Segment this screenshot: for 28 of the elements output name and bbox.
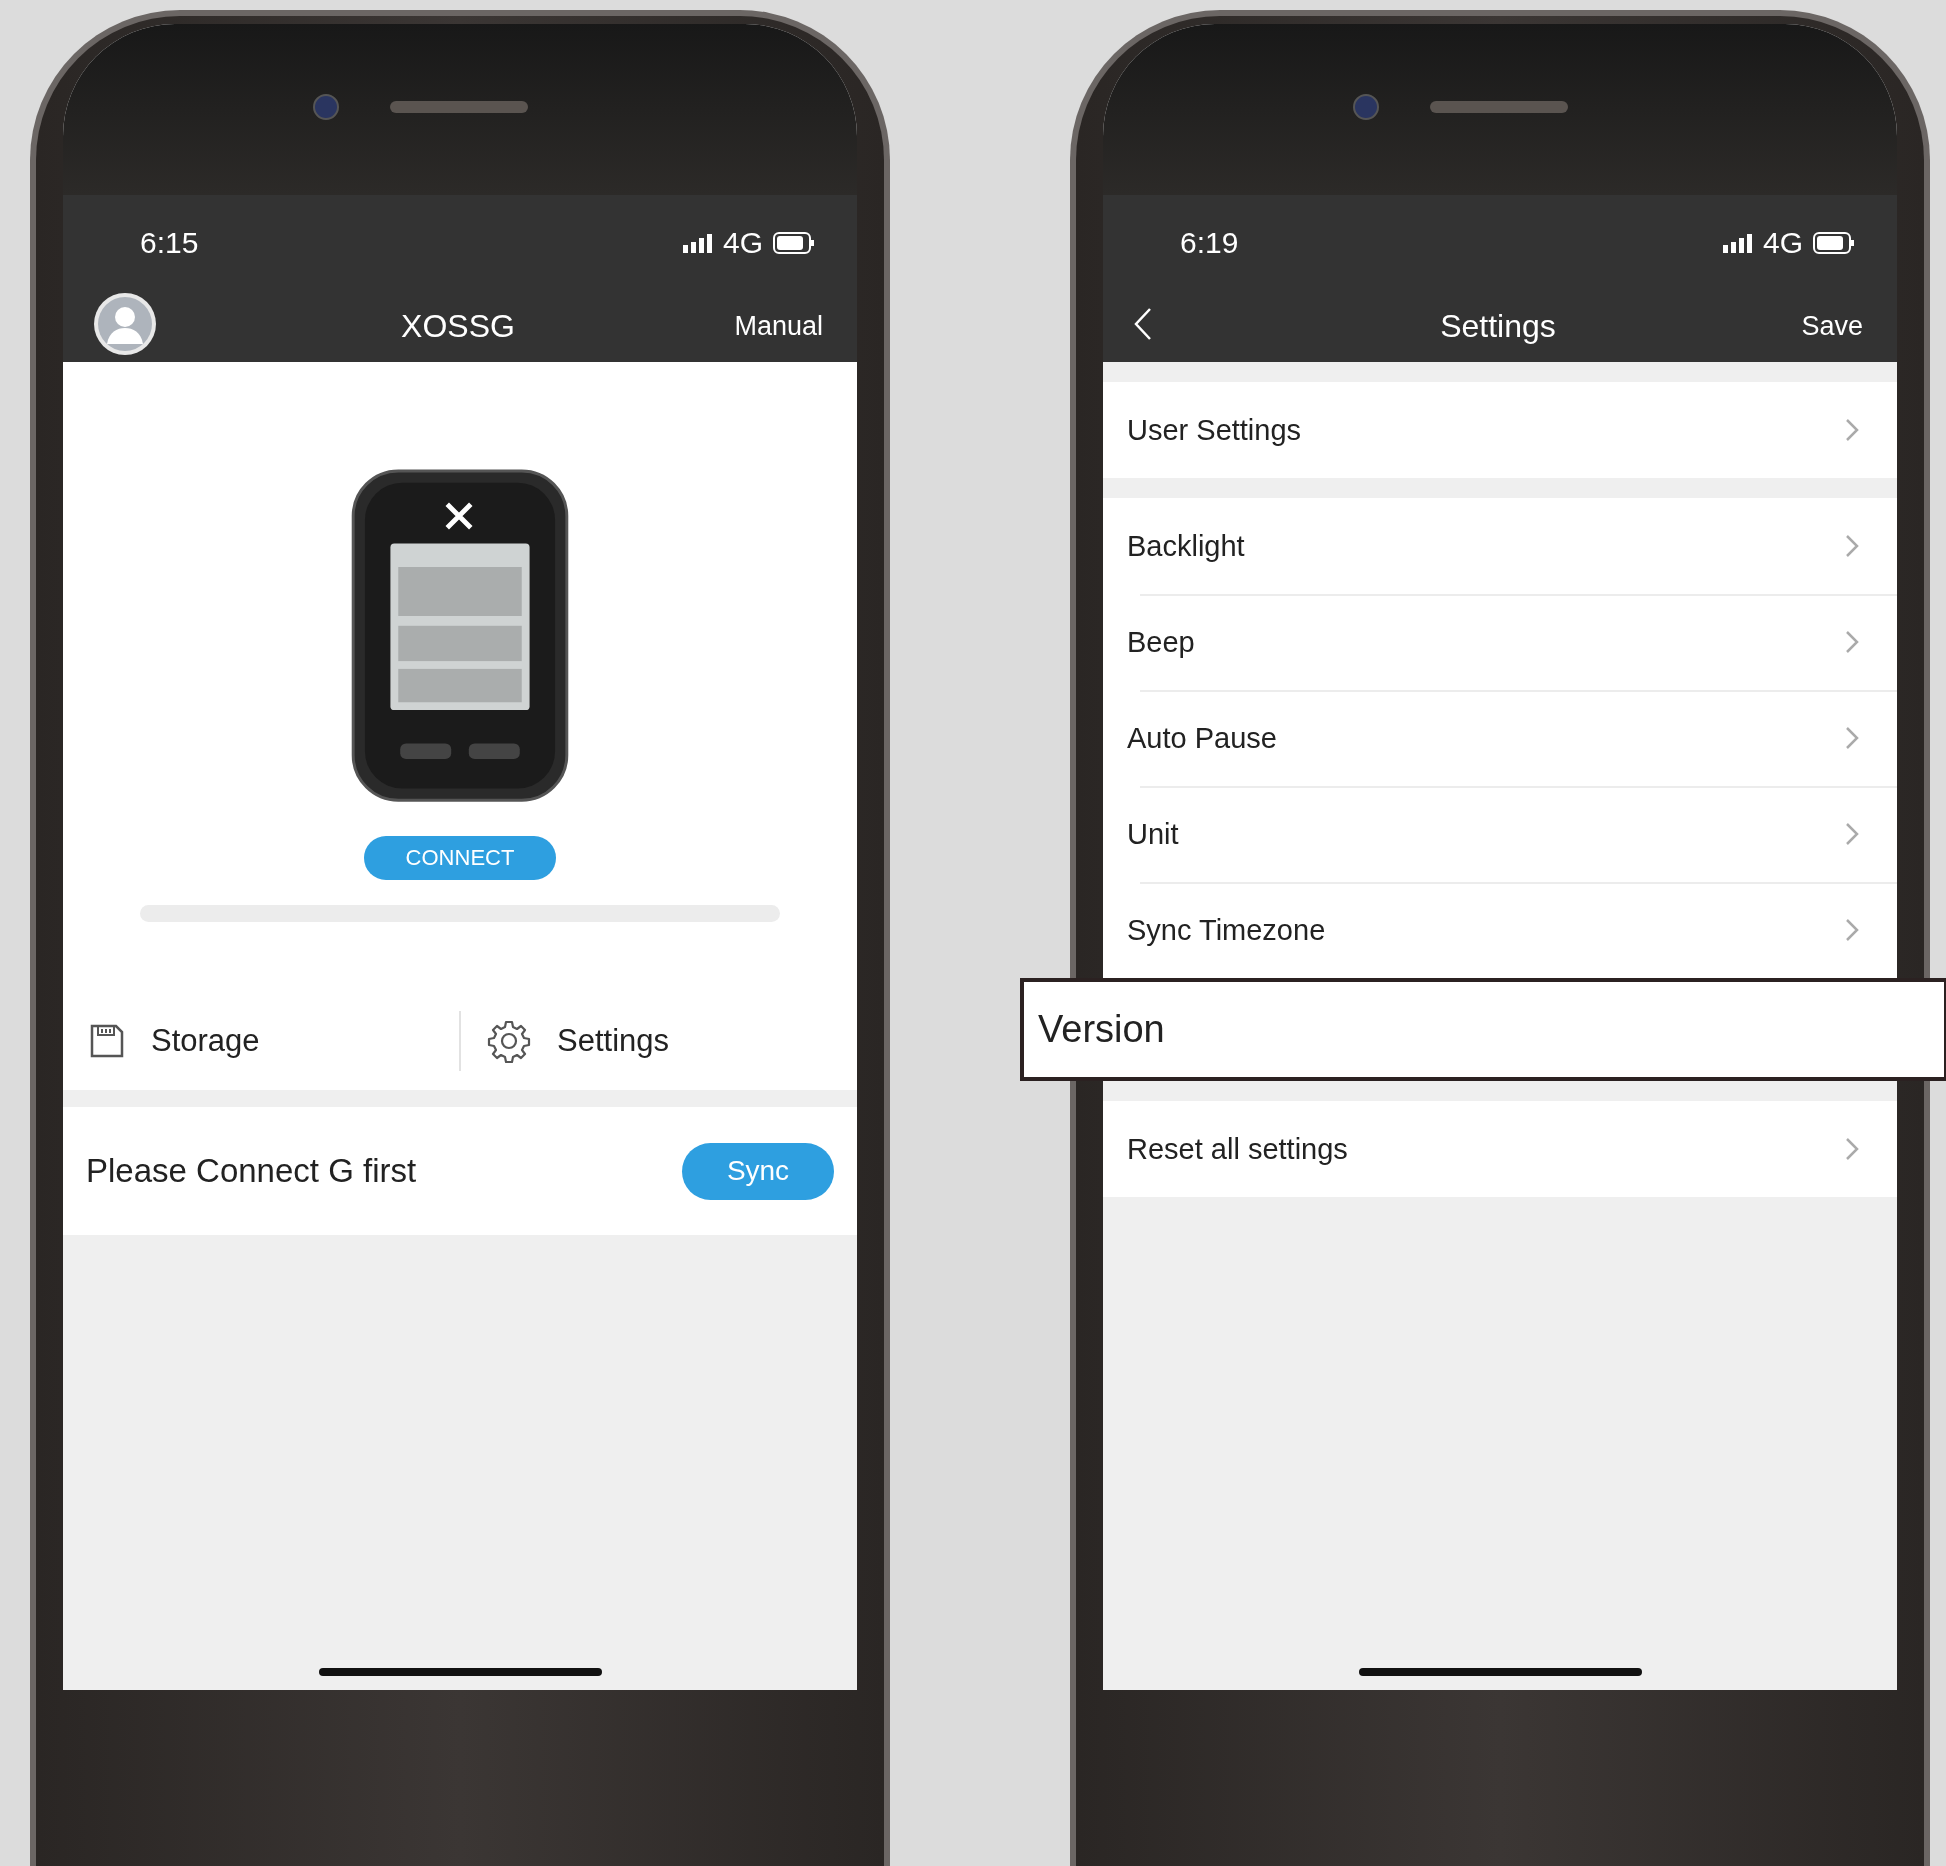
status-time: 6:19 bbox=[1180, 225, 1239, 260]
avatar-icon[interactable] bbox=[93, 292, 157, 356]
chevron-icon bbox=[1845, 918, 1859, 942]
highlighted-row: Version bbox=[1020, 978, 1946, 1081]
chevron-icon bbox=[1845, 726, 1859, 750]
camera-icon bbox=[1353, 94, 1379, 120]
back-icon[interactable] bbox=[1133, 307, 1153, 341]
connection-message: Please Connect G first bbox=[86, 1152, 417, 1190]
menu-tile[interactable]: Settings bbox=[459, 1011, 857, 1071]
battery-icon bbox=[773, 231, 815, 254]
network-label: 4G bbox=[722, 225, 763, 260]
chevron-icon bbox=[1845, 630, 1859, 654]
chevron-icon bbox=[1845, 1137, 1859, 1161]
battery-icon bbox=[1813, 231, 1855, 254]
header-action-link[interactable]: Save bbox=[1801, 310, 1863, 342]
signal-icon bbox=[1722, 232, 1753, 253]
screen-title: XOSSG bbox=[401, 307, 515, 345]
signal-icon bbox=[682, 232, 713, 253]
settings-icon bbox=[487, 1019, 531, 1063]
network-label: 4G bbox=[1762, 225, 1803, 260]
screen-title: Settings bbox=[1440, 307, 1556, 345]
chevron-icon bbox=[1845, 534, 1859, 558]
status-time: 6:15 bbox=[140, 225, 199, 260]
menu-tile[interactable]: Storage bbox=[63, 1011, 459, 1071]
chevron-icon bbox=[1845, 822, 1859, 846]
header-action-link[interactable]: Manual bbox=[734, 310, 823, 342]
chevron-icon bbox=[1845, 418, 1859, 442]
camera-icon bbox=[313, 94, 339, 120]
